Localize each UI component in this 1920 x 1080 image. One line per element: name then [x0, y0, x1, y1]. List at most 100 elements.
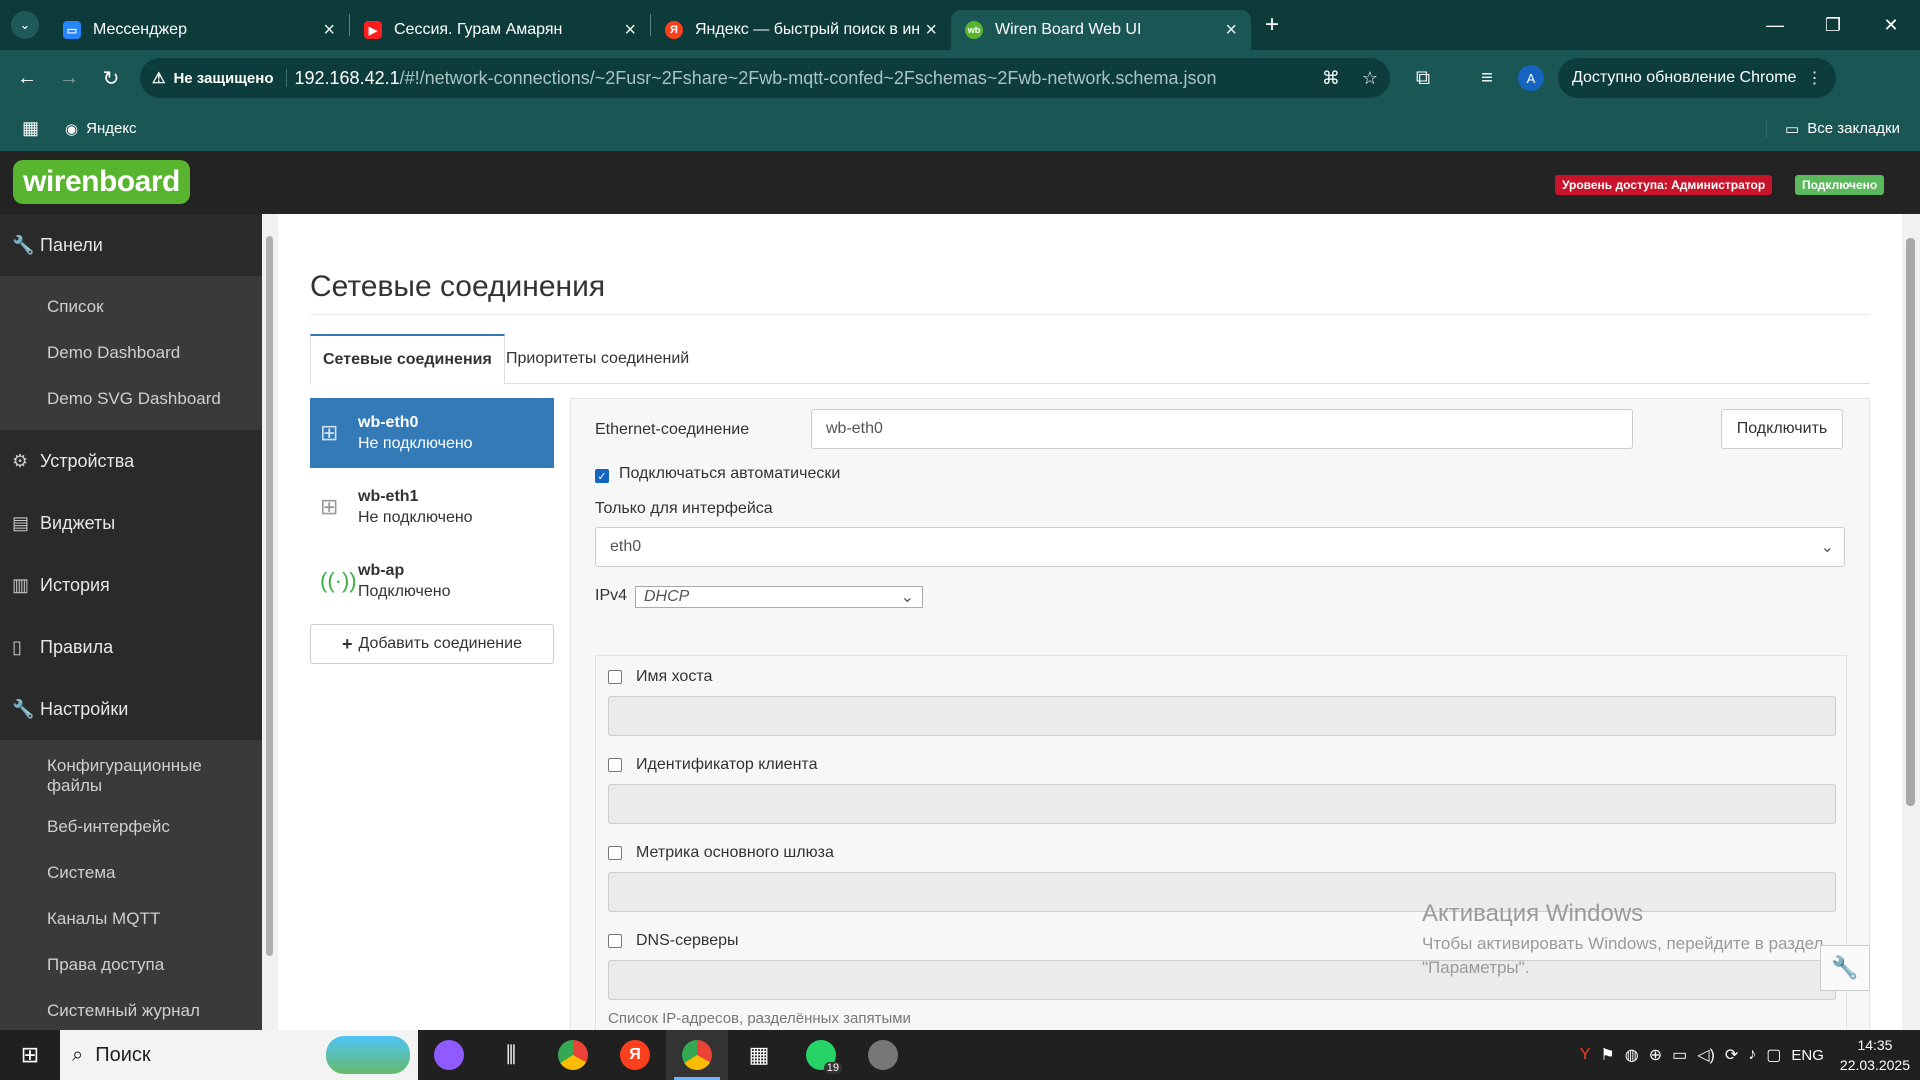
interface-select[interactable]: eth0 ⌄: [595, 527, 1845, 567]
profile-avatar[interactable]: A: [1518, 65, 1544, 91]
apps-grid-icon[interactable]: ▦: [22, 118, 39, 139]
sidebar-section-label: Настройки: [40, 698, 129, 719]
sidebar-item-system-log[interactable]: Системный журнал: [0, 988, 262, 1030]
input-language[interactable]: ENG: [1791, 1047, 1824, 1064]
sidebar-item-mqtt-channels[interactable]: Каналы MQTT: [0, 896, 262, 942]
hostname-checkbox[interactable]: [608, 670, 622, 684]
dns-servers-label: DNS-серверы: [636, 932, 739, 949]
network-tray-icon[interactable]: ◍: [1625, 1045, 1639, 1065]
sidebar-item-system[interactable]: Система: [0, 850, 262, 896]
content-scrollbar-thumb[interactable]: [1906, 238, 1915, 806]
sidebar-section-rules[interactable]: ▯ Правила: [0, 616, 262, 678]
hostname-input[interactable]: [608, 696, 1836, 736]
app-header: wirenboard Уровень доступа: Администрато…: [0, 151, 1920, 214]
gateway-metric-checkbox[interactable]: [608, 846, 622, 860]
sidebar-item-config-files[interactable]: Конфигурационные файлы: [0, 748, 262, 804]
connection-name: wb-eth0: [358, 413, 419, 431]
sidebar-item-web-ui[interactable]: Веб-интерфейс: [0, 804, 262, 850]
translate-icon[interactable]: ⌘: [1322, 68, 1340, 89]
sidebar-section-settings[interactable]: 🔧 Настройки: [0, 678, 262, 740]
media-controls-icon[interactable]: ≡: [1466, 67, 1508, 90]
clock[interactable]: 14:35 22.03.2025: [1840, 1035, 1910, 1075]
calculator-app-icon[interactable]: ▦: [728, 1030, 790, 1080]
interface-value: eth0: [610, 538, 642, 555]
close-tab-icon[interactable]: ×: [323, 19, 335, 42]
sidebar-item-list[interactable]: Список: [0, 284, 262, 330]
chrome-update-button[interactable]: Доступно обновление Chrome ⋮: [1558, 58, 1837, 98]
restore-icon[interactable]: ❐: [1804, 15, 1862, 36]
back-arrow-icon[interactable]: ←: [6, 67, 48, 90]
close-tab-icon[interactable]: ×: [925, 19, 937, 42]
browser-tab-messenger[interactable]: ▭ Мессенджер ×: [49, 10, 349, 50]
wrench-icon[interactable]: 🔧: [1820, 945, 1870, 991]
windows-start-icon[interactable]: ⊞: [0, 1042, 60, 1068]
client-id-input[interactable]: [608, 784, 1836, 824]
url-path: /#!/network-connections/~2Fusr~2Fshare~2…: [399, 67, 1217, 88]
connection-item-wb-eth1[interactable]: ⊞ wb-eth1 Не подключено: [310, 472, 554, 542]
address-bar[interactable]: ⚠ Не защищено 192.168.42.1/#!/network-co…: [140, 58, 1390, 98]
bookmark-yandex[interactable]: ◉ Яндекс: [65, 120, 137, 138]
minimize-icon[interactable]: —: [1746, 15, 1804, 36]
dns-servers-checkbox[interactable]: [608, 934, 622, 948]
battery-icon[interactable]: ▭: [1672, 1045, 1687, 1065]
globe-tray-icon[interactable]: ⊕: [1649, 1045, 1662, 1065]
tab-connection-priorities[interactable]: Приоритеты соединений: [506, 334, 689, 384]
plus-icon: +: [342, 633, 353, 654]
sidebar-scrollbar-thumb[interactable]: [266, 236, 273, 956]
wifi-ap-icon: ((·)): [320, 568, 357, 593]
list-icon: ▤: [12, 512, 30, 533]
yandex-browser-app-icon[interactable]: Я: [604, 1030, 666, 1080]
connection-item-wb-ap[interactable]: ((·)) wb-ap Подключено: [310, 546, 554, 616]
windows-taskbar: ⊞ ⌕ Поиск ⫼ Я ▦ 19 Y ⚑ ◍ ⊕ ▭ ◁) ⟳ ♪ ▢ EN…: [0, 1030, 1920, 1080]
chrome-canary-app-icon[interactable]: [852, 1030, 914, 1080]
sidebar-item-demo-dashboard[interactable]: Demo Dashboard: [0, 330, 262, 376]
microphone-icon[interactable]: ♪: [1748, 1046, 1756, 1064]
all-bookmarks[interactable]: ▭ Все закладки: [1766, 119, 1900, 138]
close-tab-icon[interactable]: ×: [1225, 19, 1237, 42]
ethernet-connection-label: Ethernet-соединение: [595, 421, 750, 438]
connection-item-wb-eth0[interactable]: ⊞ wb-eth0 Не подключено: [310, 398, 554, 468]
tab-search-button[interactable]: ⌄: [11, 11, 39, 39]
bookmark-star-icon[interactable]: ☆: [1362, 68, 1378, 89]
volume-icon[interactable]: ◁): [1697, 1045, 1715, 1065]
connection-name-input[interactable]: wb-eth0: [811, 409, 1633, 449]
sidebar-section-devices[interactable]: ⚙ Устройства: [0, 430, 262, 492]
antivirus-tray-icon[interactable]: ⚑: [1600, 1045, 1614, 1065]
alice-app-icon[interactable]: [418, 1030, 480, 1080]
browser-tab-wirenboard[interactable]: wb Wiren Board Web UI ×: [951, 10, 1251, 50]
sidebar-section-widgets[interactable]: ▤ Виджеты: [0, 492, 262, 554]
wirenboard-logo[interactable]: wirenboard: [13, 160, 190, 204]
chrome-active-app-icon[interactable]: [666, 1030, 728, 1080]
security-chip[interactable]: ⚠ Не защищено: [152, 69, 287, 87]
connect-button[interactable]: Подключить: [1721, 409, 1843, 449]
display-tray-icon[interactable]: ▢: [1766, 1045, 1781, 1065]
url-text[interactable]: 192.168.42.1/#!/network-connections/~2Fu…: [295, 68, 1217, 89]
add-connection-button[interactable]: + Добавить соединение: [310, 624, 554, 664]
close-tab-icon[interactable]: ×: [624, 19, 636, 42]
sidebar-section-history[interactable]: ▥ История: [0, 554, 262, 616]
wirenboard-favicon-icon: wb: [965, 21, 983, 39]
browser-tab-yandex[interactable]: Я Яндекс — быстрый поиск в ин ×: [651, 10, 951, 50]
update-tray-icon[interactable]: ⟳: [1725, 1045, 1738, 1065]
sidebar-section-label: Правила: [40, 636, 114, 657]
sidebar-item-demo-svg-dashboard[interactable]: Demo SVG Dashboard: [0, 376, 262, 422]
extensions-puzzle-icon[interactable]: ⧉: [1402, 67, 1444, 90]
reload-icon[interactable]: ↻: [90, 66, 132, 91]
client-id-checkbox[interactable]: [608, 758, 622, 772]
chrome-app-icon[interactable]: [542, 1030, 604, 1080]
autoconnect-checkbox[interactable]: ✓: [595, 469, 609, 483]
whatsapp-app-icon[interactable]: 19: [790, 1030, 852, 1080]
tab-network-connections[interactable]: Сетевые соединения: [310, 334, 505, 385]
mixer-app-icon[interactable]: ⫼: [480, 1030, 542, 1080]
new-tab-plus-icon[interactable]: +: [1265, 11, 1279, 39]
close-window-icon[interactable]: ✕: [1862, 15, 1920, 36]
forward-arrow-icon[interactable]: →: [48, 67, 90, 90]
sidebar-section-panels[interactable]: 🔧 Панели: [0, 214, 262, 276]
browser-tab-session[interactable]: ▶ Сессия. Гурам Амарян ×: [350, 10, 650, 50]
ipv4-value: DHCP: [644, 588, 690, 605]
yandex-tray-icon[interactable]: Y: [1580, 1046, 1591, 1064]
ipv4-method-select[interactable]: DHCP ⌄: [635, 586, 923, 608]
sidebar-item-access-rights[interactable]: Права доступа: [0, 942, 262, 988]
wrench-icon: 🔧: [12, 698, 35, 719]
taskbar-search[interactable]: ⌕ Поиск: [60, 1030, 418, 1080]
